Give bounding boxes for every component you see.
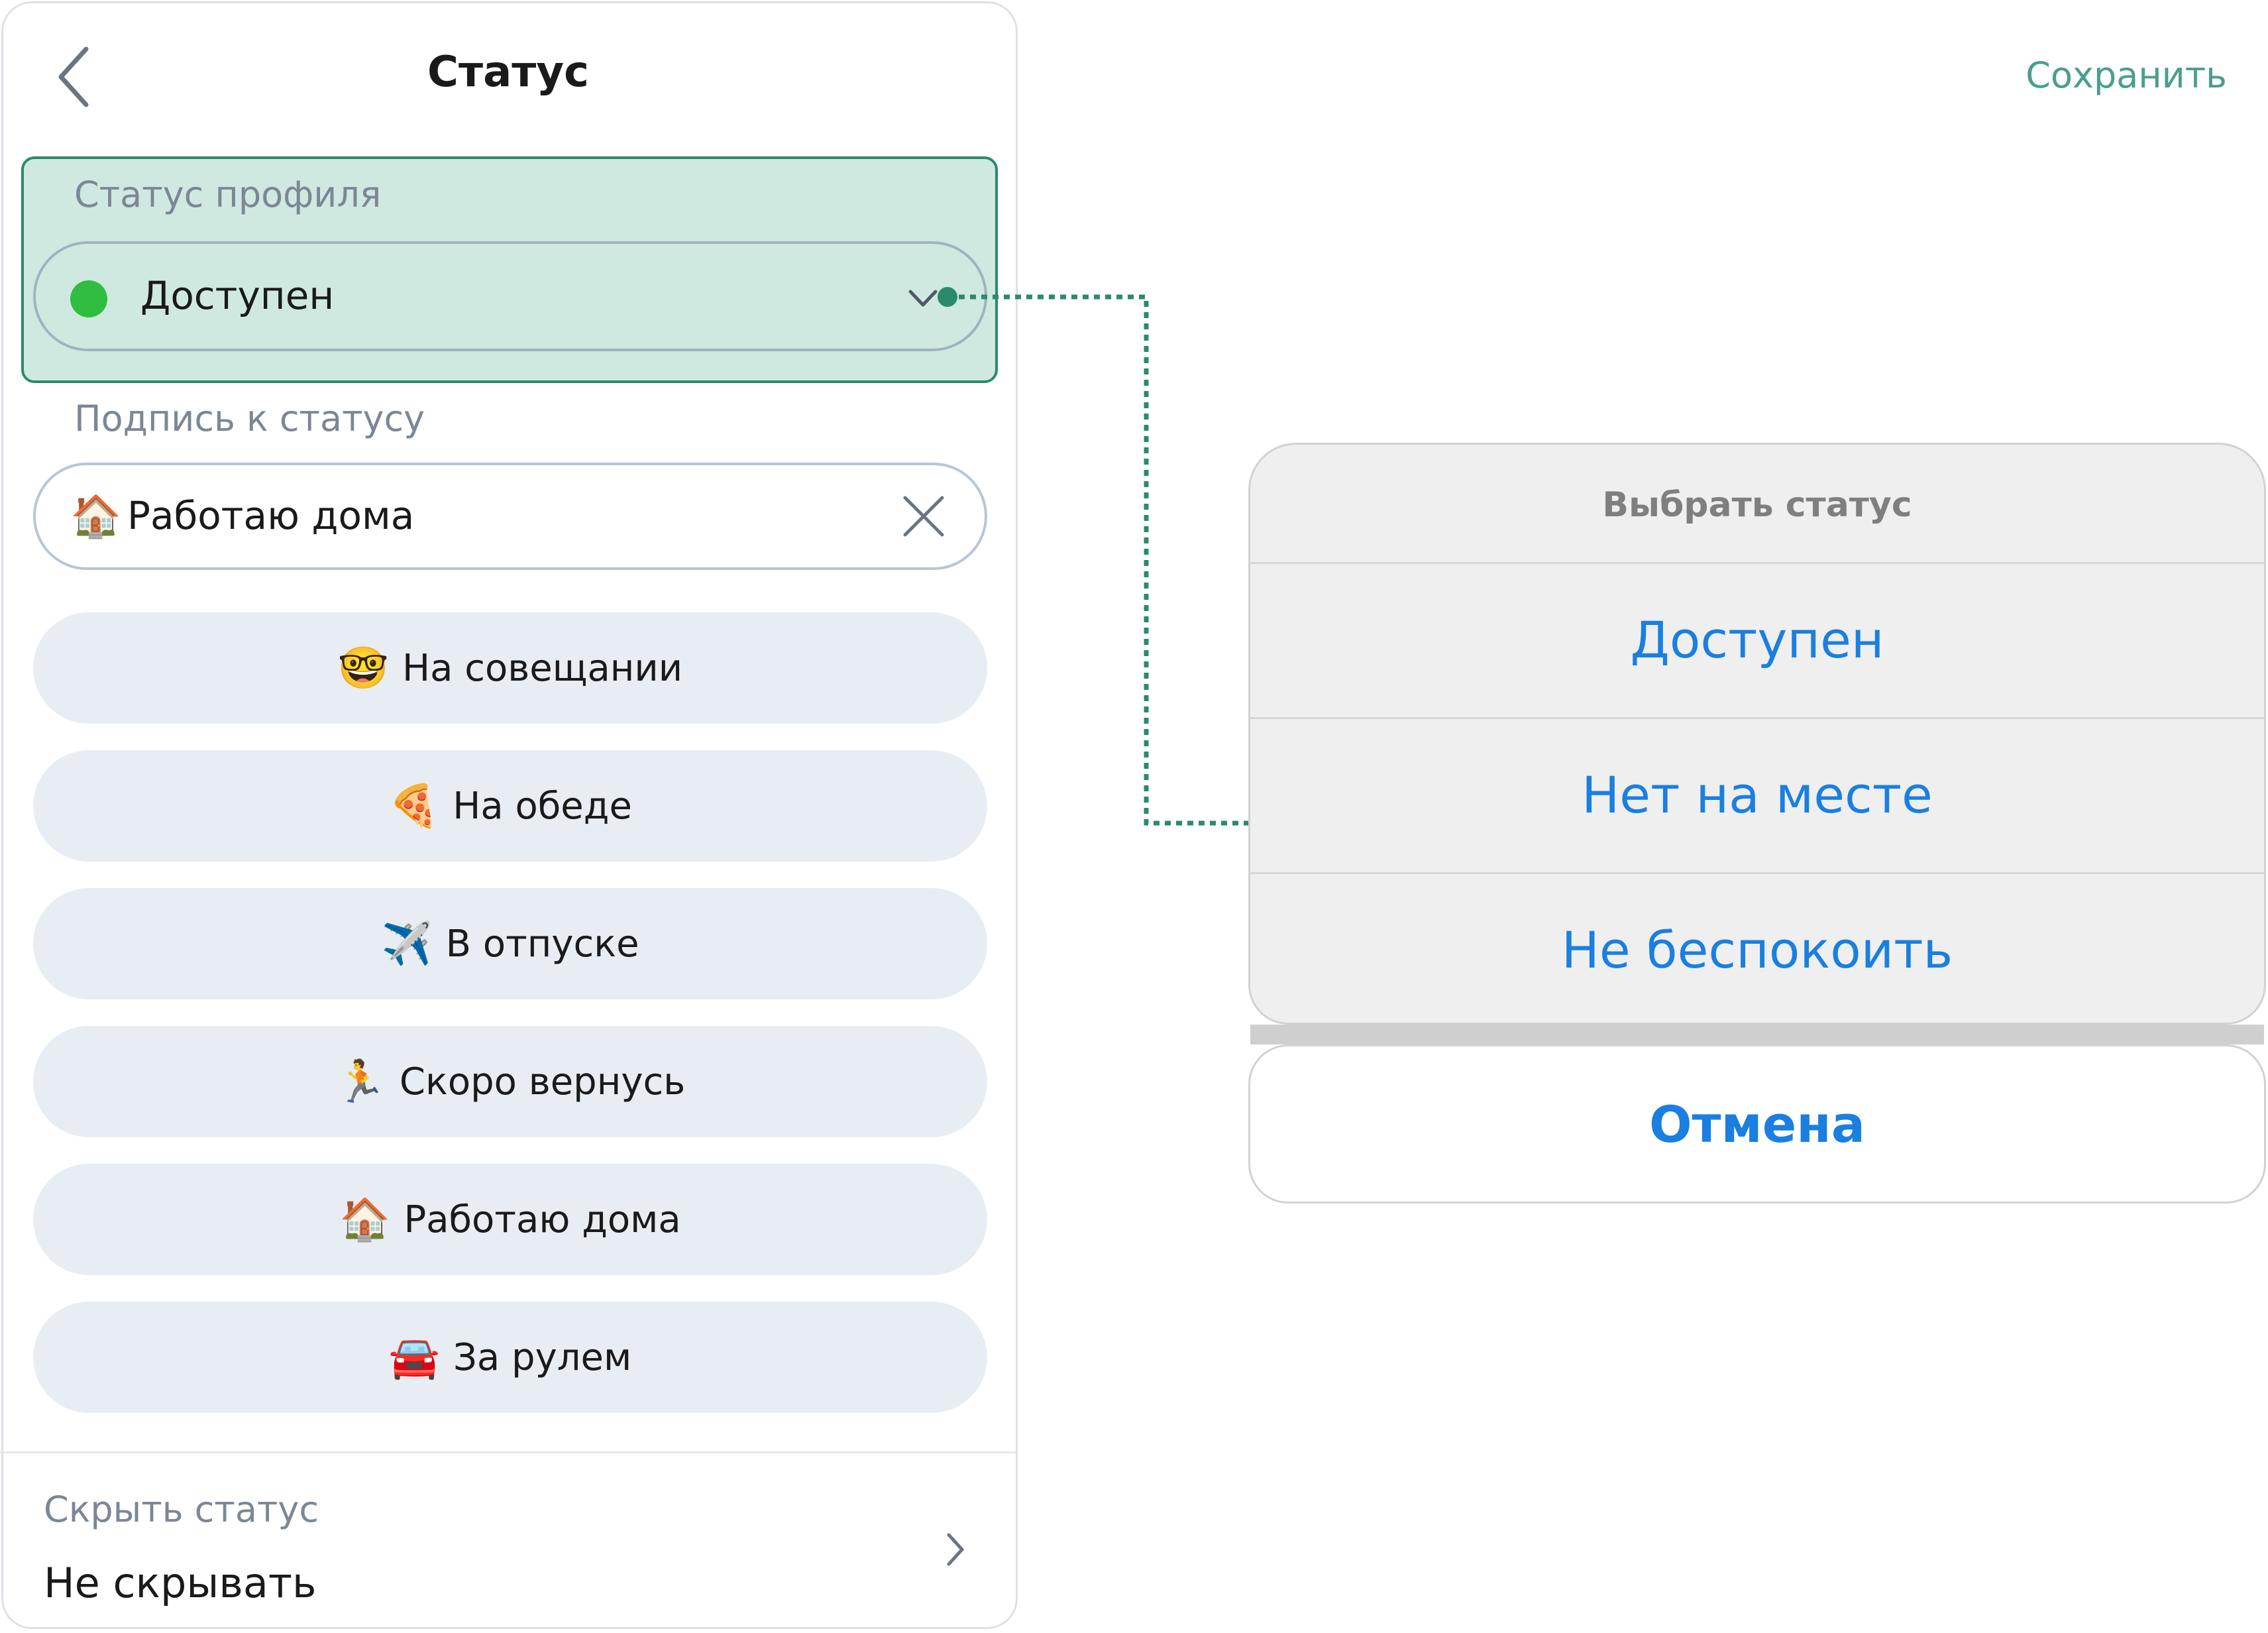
preset-button-vacation[interactable]: ✈️ В отпуске bbox=[33, 888, 987, 999]
car-icon: 🚘 bbox=[388, 1333, 440, 1381]
profile-status-value: Доступен bbox=[140, 273, 335, 318]
sheet-gap bbox=[1250, 1025, 2264, 1044]
preset-label: Работаю дома bbox=[404, 1198, 681, 1241]
cancel-button[interactable]: Отмена bbox=[1248, 1044, 2266, 1204]
house-icon: 🏠 bbox=[339, 1195, 391, 1243]
sheet-option-away[interactable]: Нет на месте bbox=[1250, 719, 2264, 870]
preset-button-lunch[interactable]: 🍕 На обеде bbox=[33, 750, 987, 862]
preset-label: На обеде bbox=[453, 784, 632, 828]
status-caption-value: Работаю дома bbox=[127, 493, 415, 538]
pizza-icon: 🍕 bbox=[388, 781, 440, 830]
sheet-option-available[interactable]: Доступен bbox=[1250, 564, 2264, 715]
chevron-down-icon[interactable] bbox=[908, 285, 938, 311]
save-button[interactable]: Сохранить bbox=[2025, 54, 2227, 96]
preset-label: В отпуске bbox=[445, 922, 639, 966]
airplane-icon: ✈️ bbox=[381, 919, 433, 968]
preset-button-work-home[interactable]: 🏠 Работаю дома bbox=[33, 1164, 987, 1275]
preset-button-driving[interactable]: 🚘 За рулем bbox=[33, 1302, 987, 1413]
house-emoji-icon: 🏠 bbox=[70, 492, 122, 540]
status-dot-icon bbox=[70, 280, 107, 317]
sheet-option-do-not-disturb[interactable]: Не беспокоить bbox=[1250, 874, 2264, 1025]
close-icon[interactable] bbox=[901, 494, 946, 539]
chevron-right-icon bbox=[947, 1533, 964, 1566]
hide-status-value: Не скрывать bbox=[44, 1559, 317, 1607]
hide-status-label: Скрыть статус bbox=[44, 1489, 319, 1530]
status-caption-label: Подпись к статусу bbox=[74, 398, 425, 439]
runner-icon: 🏃 bbox=[335, 1057, 386, 1105]
preset-label: За рулем bbox=[453, 1335, 632, 1379]
preset-label: На совещании bbox=[402, 646, 683, 690]
sheet-title: Выбрать статус bbox=[1602, 485, 1912, 525]
profile-status-label: Статус профиля bbox=[74, 174, 382, 215]
preset-label: Скоро вернусь bbox=[399, 1060, 686, 1103]
preset-button-back-soon[interactable]: 🏃 Скоро вернусь bbox=[33, 1026, 987, 1137]
preset-button-meeting[interactable]: 🤓 На совещании bbox=[33, 612, 987, 724]
page-title: Статус bbox=[427, 48, 589, 97]
nerd-face-icon: 🤓 bbox=[337, 644, 389, 692]
